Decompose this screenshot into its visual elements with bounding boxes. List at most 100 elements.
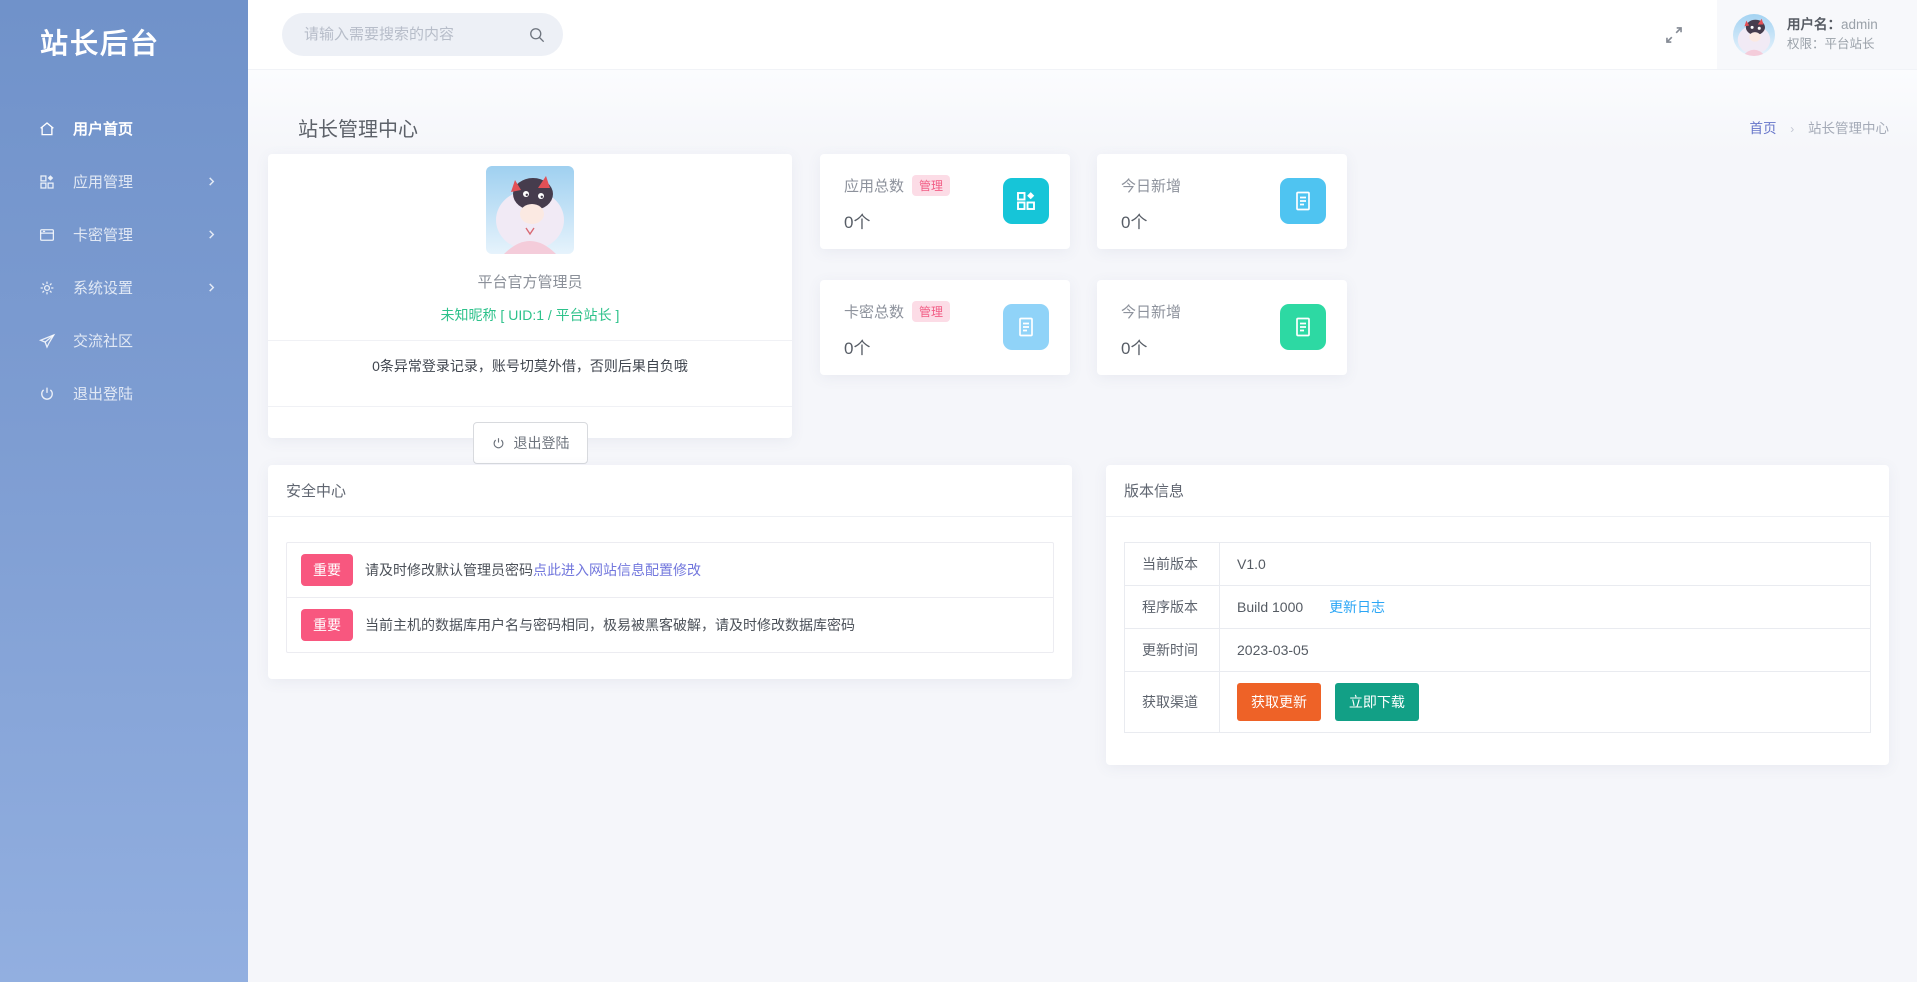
profile-identity: 未知昵称 [ UID:1 / 平台站长 ]: [440, 307, 620, 323]
chevron-right-icon: [209, 229, 215, 239]
build-version-cell: Build 1000 更新日志: [1219, 585, 1871, 629]
manage-badge[interactable]: 管理: [912, 175, 951, 196]
stat-card-apps-total: 应用总数 管理 0个: [820, 154, 1070, 249]
profile-title: 平台官方管理员: [477, 274, 583, 291]
divider: [268, 406, 792, 407]
power-icon: [493, 437, 503, 448]
profile-notice: 0条异常登录记录，账号切莫外借，否则后果自负哦: [372, 358, 688, 374]
app-logo: 站长后台: [40, 28, 161, 59]
search-box: [282, 13, 563, 56]
breadcrumb: 首页 › 站长管理中心: [1749, 117, 1889, 137]
apps-icon: [40, 174, 54, 189]
logout-label: 退出登陆: [513, 435, 570, 451]
user-name-line: 用户名：admin: [1787, 15, 1878, 35]
build-version-value: Build 1000: [1237, 599, 1304, 615]
send-icon: [38, 333, 56, 349]
breadcrumb-current: 站长管理中心: [1808, 121, 1889, 136]
fullscreen-icon[interactable]: [1661, 22, 1687, 48]
apps-icon[interactable]: [1003, 178, 1049, 224]
doc-icon[interactable]: [1280, 304, 1326, 350]
sidebar-item-cards[interactable]: 卡密管理: [0, 208, 248, 261]
sidebar-item-label: 应用管理: [73, 174, 134, 191]
stat-label: 卡密总数: [844, 304, 905, 321]
get-update-button[interactable]: 获取更新: [1237, 683, 1321, 721]
important-badge: 重要: [301, 609, 353, 641]
stat-label: 今日新增: [1121, 178, 1182, 195]
panels-area: 平台官方管理员 未知昵称 [ UID:1 / 平台站长 ] 0条异常登录记录，账…: [248, 154, 1917, 765]
chevron-right-icon: [209, 176, 215, 186]
stat-card-keys-total: 卡密总数 管理 0个: [820, 280, 1070, 375]
channel-buttons-cell: 获取更新 立即下载: [1219, 671, 1871, 733]
page-header: 站长管理中心 首页 › 站长管理中心: [248, 70, 1917, 154]
table-row: 程序版本 Build 1000 更新日志: [1124, 585, 1871, 629]
alert-row: 重要 当前主机的数据库用户名与密码相同，极易被黑客破解，请及时修改数据库密码: [287, 597, 1053, 652]
config-link[interactable]: 点此进入网站信息配置修改: [533, 560, 701, 580]
security-panel-title: 安全中心: [268, 465, 1072, 517]
search-input[interactable]: [304, 26, 527, 43]
row-label: 获取渠道: [1124, 671, 1220, 733]
breadcrumb-separator: ›: [1790, 122, 1795, 136]
download-now-button[interactable]: 立即下载: [1334, 683, 1419, 721]
logout-button[interactable]: 退出登陆: [472, 422, 588, 464]
sidebar-item-settings[interactable]: 系统设置: [0, 261, 248, 314]
version-panel: 版本信息 当前版本 V1.0 程序版本 Build 1000 更新日志 更新时间…: [1106, 465, 1889, 765]
user-role-value: 平台站长: [1824, 37, 1875, 52]
user-meta: 用户名：admin 权限：平台站长: [1787, 15, 1878, 54]
doc-icon[interactable]: [1280, 178, 1326, 224]
user-menu[interactable]: 用户名：admin 权限：平台站长: [1717, 0, 1917, 69]
home-icon: [40, 121, 54, 135]
sidebar-nav: 用户首页 应用管理 卡密管理 系统设置 交流社区 退出登陆: [0, 102, 248, 420]
row-label: 当前版本: [1124, 542, 1220, 586]
stat-label: 应用总数: [844, 178, 905, 195]
changelog-link[interactable]: 更新日志: [1329, 599, 1385, 615]
sidebar-item-label: 用户首页: [73, 121, 134, 138]
sidebar: 站长后台 用户首页 应用管理 卡密管理 系统设置 交流社区 退出登陆: [0, 0, 248, 982]
sidebar-item-logout[interactable]: 退出登陆: [0, 367, 248, 420]
alert-row: 重要 请及时修改默认管理员密码 点此进入网站信息配置修改: [287, 543, 1053, 597]
row-label: 更新时间: [1124, 628, 1220, 672]
current-version-value: V1.0: [1219, 542, 1871, 586]
sidebar-item-label: 系统设置: [73, 280, 134, 297]
alert-text: 请及时修改默认管理员密码: [365, 562, 533, 578]
table-row: 当前版本 V1.0: [1124, 542, 1871, 586]
table-row: 更新时间 2023-03-05: [1124, 628, 1871, 672]
sidebar-item-label: 交流社区: [73, 333, 134, 350]
sidebar-item-label: 退出登陆: [73, 386, 134, 403]
search-icon[interactable]: [527, 25, 547, 45]
user-name-label: 用户名：: [1787, 17, 1841, 32]
user-name-value: admin: [1841, 17, 1878, 32]
table-row: 获取渠道 获取更新 立即下载: [1124, 671, 1871, 733]
topbar-right: 用户名：admin 权限：平台站长: [1661, 0, 1917, 69]
user-role-line: 权限：平台站长: [1787, 35, 1878, 54]
doc-icon[interactable]: [1003, 304, 1049, 350]
profile-avatar: [486, 166, 574, 254]
version-panel-title: 版本信息: [1106, 465, 1889, 517]
sidebar-item-home[interactable]: 用户首页: [0, 102, 248, 155]
version-table: 当前版本 V1.0 程序版本 Build 1000 更新日志 更新时间 2023…: [1124, 542, 1871, 733]
top-row: 平台官方管理员 未知昵称 [ UID:1 / 平台站长 ] 0条异常登录记录，账…: [268, 154, 1889, 464]
sidebar-item-community[interactable]: 交流社区: [0, 314, 248, 367]
stat-card-keys-today: 今日新增 0个: [1097, 280, 1347, 375]
user-role-label: 权限：: [1787, 37, 1825, 52]
profile-card: 平台官方管理员 未知昵称 [ UID:1 / 平台站长 ] 0条异常登录记录，账…: [268, 154, 792, 464]
security-panel-body: 重要 请及时修改默认管理员密码 点此进入网站信息配置修改 重要 当前主机的数据库…: [268, 517, 1072, 679]
update-time-value: 2023-03-05: [1219, 628, 1871, 672]
manage-badge[interactable]: 管理: [912, 301, 951, 322]
breadcrumb-home-link[interactable]: 首页: [1749, 121, 1776, 136]
sidebar-item-apps[interactable]: 应用管理: [0, 155, 248, 208]
alert-list: 重要 请及时修改默认管理员密码 点此进入网站信息配置修改 重要 当前主机的数据库…: [286, 542, 1054, 653]
user-avatar: [1733, 13, 1775, 56]
chevron-right-icon: [209, 282, 215, 292]
security-panel: 安全中心 重要 请及时修改默认管理员密码 点此进入网站信息配置修改 重要 当前主…: [268, 465, 1072, 679]
top-bar: 用户名：admin 权限：平台站长: [248, 0, 1917, 70]
bottom-row: 安全中心 重要 请及时修改默认管理员密码 点此进入网站信息配置修改 重要 当前主…: [268, 465, 1889, 765]
version-panel-body: 当前版本 V1.0 程序版本 Build 1000 更新日志 更新时间 2023…: [1106, 517, 1889, 765]
power-icon: [41, 387, 53, 400]
stat-card-apps-today: 今日新增 0个: [1097, 154, 1347, 249]
alert-text: 当前主机的数据库用户名与密码相同，极易被黑客破解，请及时修改数据库密码: [365, 617, 855, 633]
important-badge: 重要: [301, 554, 353, 586]
gear-icon: [40, 281, 54, 294]
stat-cards: 应用总数 管理 0个 今日新增 0个 卡密总数 管理 0个 今日新增 0个: [820, 154, 1347, 438]
page-title: 站长管理中心: [298, 118, 418, 141]
stat-label: 今日新增: [1121, 304, 1182, 321]
